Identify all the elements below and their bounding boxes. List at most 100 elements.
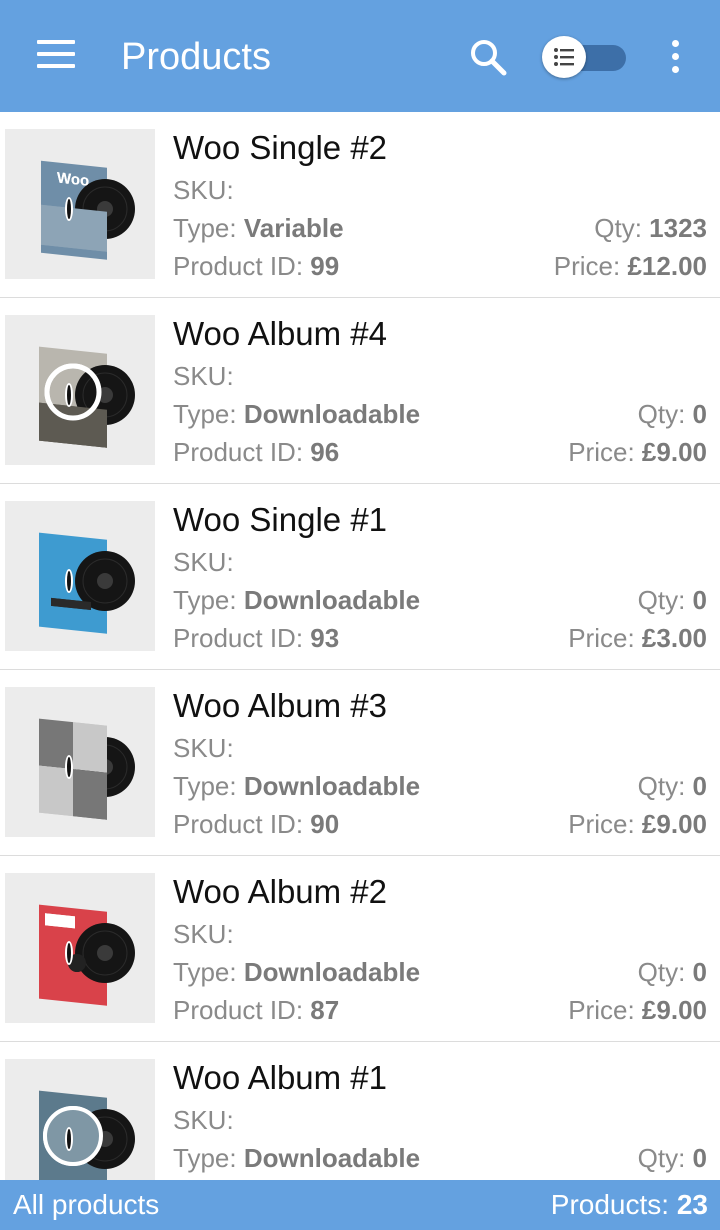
price-value: £9.00 bbox=[641, 437, 707, 467]
product-sku: SKU: bbox=[173, 545, 234, 579]
price-label: Price: bbox=[568, 437, 635, 467]
product-qty: Qty: 0 bbox=[638, 583, 707, 617]
qty-value: 0 bbox=[692, 957, 707, 987]
product-type: Type: Variable bbox=[173, 211, 344, 245]
qty-label: Qty: bbox=[594, 213, 642, 243]
qty-value: 0 bbox=[692, 1143, 707, 1173]
product-sku: SKU: bbox=[173, 917, 234, 951]
product-id: Product ID: 93 bbox=[173, 621, 339, 655]
product-count: Products: 23 bbox=[551, 1187, 708, 1223]
product-id-value: 93 bbox=[310, 623, 340, 653]
product-thumbnail bbox=[5, 873, 155, 1023]
type-value: Downloadable bbox=[243, 399, 421, 429]
filter-label[interactable]: All products bbox=[13, 1187, 159, 1223]
type-label: Type: bbox=[173, 957, 237, 987]
product-type: Type: Downloadable bbox=[173, 583, 420, 617]
product-qty: Qty: 0 bbox=[638, 397, 707, 431]
price-value: £9.00 bbox=[641, 995, 707, 1025]
product-qty: Qty: 0 bbox=[638, 955, 707, 989]
product-row[interactable]: Woo Album #4 SKU: Type: Downloadable Produ… bbox=[0, 298, 720, 484]
list-view-toggle[interactable] bbox=[542, 36, 628, 78]
bottom-status-bar: All products Products: 23 bbox=[0, 1180, 720, 1230]
search-icon[interactable] bbox=[468, 37, 508, 77]
product-row[interactable]: Woo Album #2 SKU: Type: Downloadable Produ… bbox=[0, 856, 720, 1042]
qty-value: 0 bbox=[692, 585, 707, 615]
type-value: Variable bbox=[243, 213, 344, 243]
product-type: Type: Downloadable bbox=[173, 1141, 420, 1175]
product-price: Price: £3.00 bbox=[568, 621, 707, 655]
qty-label: Qty: bbox=[637, 957, 686, 987]
price-value: £9.00 bbox=[641, 809, 707, 839]
product-name: Woo Album #4 bbox=[173, 315, 388, 352]
qty-label: Qty: bbox=[637, 585, 686, 615]
product-id-value: 90 bbox=[310, 809, 340, 839]
product-sku: SKU: bbox=[173, 359, 234, 393]
sku-label: SKU: bbox=[173, 1105, 234, 1135]
product-type: Type: Downloadable bbox=[173, 769, 420, 803]
page-title: Products bbox=[121, 36, 271, 78]
product-id-label: Product ID: bbox=[173, 437, 304, 467]
type-label: Type: bbox=[173, 771, 237, 801]
sku-label: SKU: bbox=[173, 733, 234, 763]
product-row[interactable]: Woo Album #3 SKU: Type: Downloadable Produ… bbox=[0, 670, 720, 856]
type-label: Type: bbox=[173, 399, 237, 429]
product-row[interactable]: WooWoo Woo Single #2 SKU: Type: Variable Pr… bbox=[0, 112, 720, 298]
product-price: Price: £12.00 bbox=[554, 249, 707, 283]
type-label: Type: bbox=[173, 585, 237, 615]
list-icon bbox=[542, 36, 586, 78]
product-id: Product ID: 90 bbox=[173, 807, 339, 841]
product-id: Product ID: 96 bbox=[173, 435, 339, 469]
sku-label: SKU: bbox=[173, 361, 234, 391]
product-qty: Qty: 1323 bbox=[594, 211, 707, 245]
sku-label: SKU: bbox=[173, 919, 234, 949]
price-value: £12.00 bbox=[627, 251, 707, 281]
product-thumbnail bbox=[5, 315, 155, 465]
product-row[interactable]: Woo Album #1 SKU: Type: Downloadable Qty: … bbox=[0, 1042, 720, 1180]
price-label: Price: bbox=[568, 809, 635, 839]
qty-value: 0 bbox=[692, 771, 707, 801]
product-price: Price: £9.00 bbox=[568, 807, 707, 841]
product-thumbnail bbox=[5, 687, 155, 837]
product-row[interactable]: Woo Single #1 SKU: Type: Downloadable Prod… bbox=[0, 484, 720, 670]
product-count-label: Products: bbox=[550, 1189, 670, 1220]
menu-icon[interactable] bbox=[37, 40, 75, 68]
product-price: Price: £9.00 bbox=[568, 993, 707, 1027]
type-value: Downloadable bbox=[243, 585, 421, 615]
product-name: Woo Album #1 bbox=[173, 1059, 388, 1096]
type-value: Downloadable bbox=[243, 1143, 421, 1173]
product-sku: SKU: bbox=[173, 173, 234, 207]
product-thumbnail bbox=[5, 501, 155, 651]
product-type: Type: Downloadable bbox=[173, 397, 420, 431]
type-label: Type: bbox=[173, 213, 237, 243]
qty-value: 1323 bbox=[649, 213, 707, 243]
product-id-value: 96 bbox=[310, 437, 340, 467]
price-label: Price: bbox=[568, 995, 635, 1025]
price-label: Price: bbox=[568, 623, 635, 653]
product-id: Product ID: 99 bbox=[173, 249, 339, 283]
product-id-value: 87 bbox=[310, 995, 340, 1025]
price-label: Price: bbox=[553, 251, 621, 281]
product-id-label: Product ID: bbox=[173, 809, 304, 839]
qty-label: Qty: bbox=[637, 771, 686, 801]
sku-label: SKU: bbox=[173, 175, 234, 205]
product-thumbnail bbox=[5, 1059, 155, 1180]
product-sku: SKU: bbox=[173, 1103, 234, 1137]
product-type: Type: Downloadable bbox=[173, 955, 420, 989]
qty-label: Qty: bbox=[637, 399, 686, 429]
product-name: Woo Album #3 bbox=[173, 687, 388, 724]
product-sku: SKU: bbox=[173, 731, 234, 765]
product-id-label: Product ID: bbox=[173, 251, 304, 281]
product-list[interactable]: WooWoo Woo Single #2 SKU: Type: Variable Pr… bbox=[0, 112, 720, 1180]
type-label: Type: bbox=[173, 1143, 237, 1173]
price-value: £3.00 bbox=[641, 623, 707, 653]
product-id-label: Product ID: bbox=[173, 995, 304, 1025]
qty-label: Qty: bbox=[637, 1143, 686, 1173]
app-bar: Products bbox=[0, 0, 720, 112]
product-thumbnail: WooWoo bbox=[5, 129, 155, 279]
product-qty: Qty: 0 bbox=[638, 769, 707, 803]
more-vert-icon[interactable] bbox=[664, 38, 688, 76]
product-id-label: Product ID: bbox=[173, 623, 304, 653]
product-count-value: 23 bbox=[676, 1189, 708, 1220]
product-name: Woo Album #2 bbox=[173, 873, 388, 910]
type-value: Downloadable bbox=[243, 957, 421, 987]
